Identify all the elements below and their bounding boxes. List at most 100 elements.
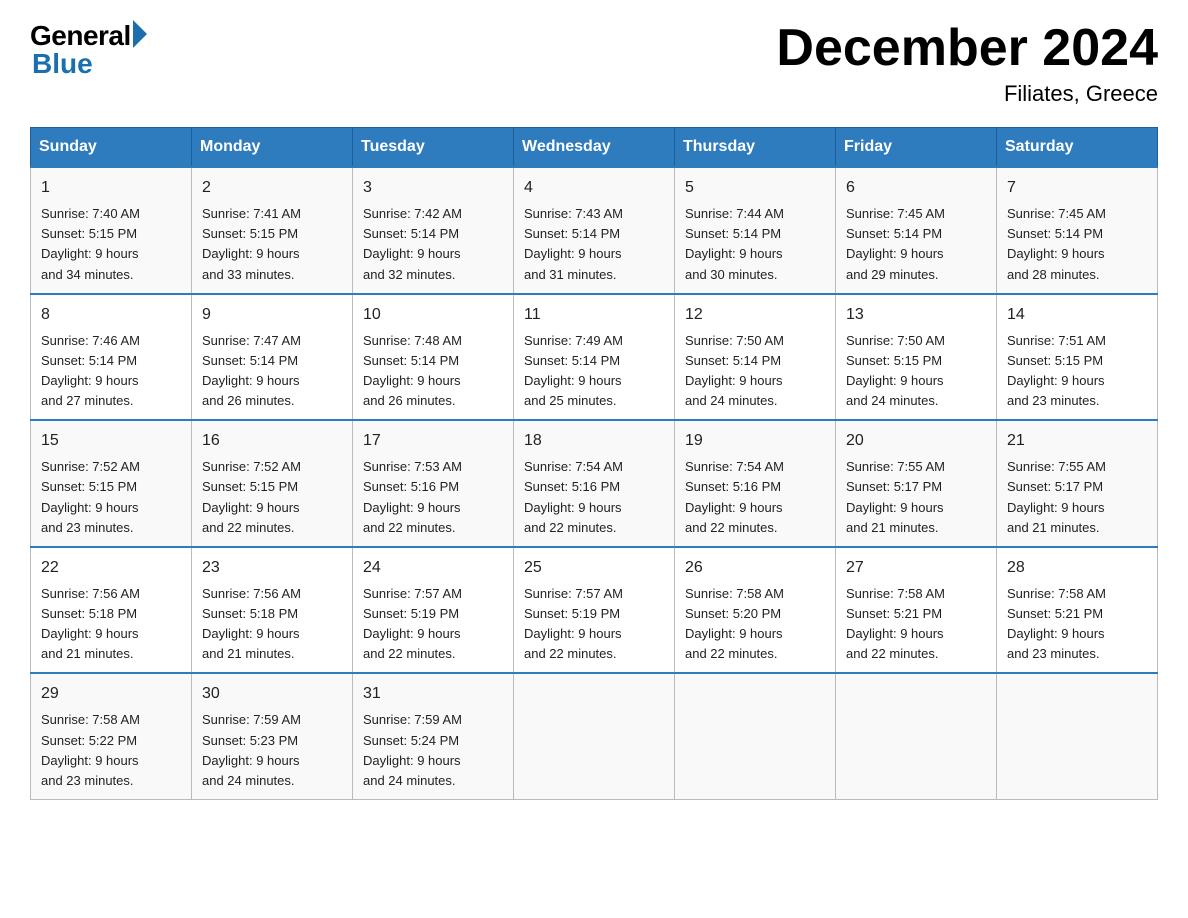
day-info: Sunrise: 7:42 AMSunset: 5:14 PMDaylight:… — [363, 206, 462, 281]
calendar-day-cell — [836, 673, 997, 799]
day-number: 26 — [685, 556, 825, 580]
day-number: 11 — [524, 303, 664, 327]
day-number: 9 — [202, 303, 342, 327]
day-number: 7 — [1007, 176, 1147, 200]
day-number: 24 — [363, 556, 503, 580]
calendar-day-cell: 14 Sunrise: 7:51 AMSunset: 5:15 PMDayligh… — [997, 294, 1158, 421]
calendar-day-cell: 30 Sunrise: 7:59 AMSunset: 5:23 PMDayligh… — [192, 673, 353, 799]
calendar-day-cell: 27Sunrise: 7:58 AMSunset: 5:21 PMDayligh… — [836, 547, 997, 674]
day-info: Sunrise: 7:50 AMSunset: 5:14 PMDaylight:… — [685, 333, 784, 408]
calendar-header-saturday: Saturday — [997, 128, 1158, 168]
day-info: Sunrise: 7:55 AMSunset: 5:17 PMDaylight:… — [1007, 459, 1106, 534]
day-number: 5 — [685, 176, 825, 200]
day-number: 23 — [202, 556, 342, 580]
calendar-week-row: 8 Sunrise: 7:46 AMSunset: 5:14 PMDaylight… — [31, 294, 1158, 421]
day-info: Sunrise: 7:54 AMSunset: 5:16 PMDaylight:… — [685, 459, 784, 534]
calendar-day-cell: 17Sunrise: 7:53 AMSunset: 5:16 PMDayligh… — [353, 420, 514, 547]
day-info: Sunrise: 7:45 AMSunset: 5:14 PMDaylight:… — [1007, 206, 1106, 281]
day-number: 4 — [524, 176, 664, 200]
calendar-header-tuesday: Tuesday — [353, 128, 514, 168]
calendar-header-sunday: Sunday — [31, 128, 192, 168]
calendar-day-cell: 7 Sunrise: 7:45 AMSunset: 5:14 PMDaylight… — [997, 167, 1158, 294]
calendar-title: December 2024 — [776, 20, 1158, 77]
calendar-day-cell: 5Sunrise: 7:44 AMSunset: 5:14 PMDaylight… — [675, 167, 836, 294]
day-number: 22 — [41, 556, 181, 580]
calendar-day-cell: 20 Sunrise: 7:55 AMSunset: 5:17 PMDayligh… — [836, 420, 997, 547]
calendar-day-cell — [514, 673, 675, 799]
day-info: Sunrise: 7:56 AMSunset: 5:18 PMDaylight:… — [202, 586, 301, 661]
day-info: Sunrise: 7:48 AMSunset: 5:14 PMDaylight:… — [363, 333, 462, 408]
calendar-day-cell: 31 Sunrise: 7:59 AMSunset: 5:24 PMDayligh… — [353, 673, 514, 799]
day-number: 10 — [363, 303, 503, 327]
calendar-week-row: 29Sunrise: 7:58 AMSunset: 5:22 PMDayligh… — [31, 673, 1158, 799]
calendar-day-cell: 6 Sunrise: 7:45 AMSunset: 5:14 PMDaylight… — [836, 167, 997, 294]
calendar-week-row: 1Sunrise: 7:40 AMSunset: 5:15 PMDaylight… — [31, 167, 1158, 294]
calendar-header-thursday: Thursday — [675, 128, 836, 168]
day-number: 16 — [202, 429, 342, 453]
day-info: Sunrise: 7:51 AMSunset: 5:15 PMDaylight:… — [1007, 333, 1106, 408]
calendar-day-cell: 23 Sunrise: 7:56 AMSunset: 5:18 PMDayligh… — [192, 547, 353, 674]
day-number: 28 — [1007, 556, 1147, 580]
day-number: 31 — [363, 682, 503, 706]
calendar-day-cell: 28 Sunrise: 7:58 AMSunset: 5:21 PMDayligh… — [997, 547, 1158, 674]
day-number: 15 — [41, 429, 181, 453]
calendar-header-monday: Monday — [192, 128, 353, 168]
calendar-day-cell: 13 Sunrise: 7:50 AMSunset: 5:15 PMDayligh… — [836, 294, 997, 421]
calendar-week-row: 15 Sunrise: 7:52 AMSunset: 5:15 PMDayligh… — [31, 420, 1158, 547]
calendar-day-cell: 15 Sunrise: 7:52 AMSunset: 5:15 PMDayligh… — [31, 420, 192, 547]
calendar-subtitle: Filiates, Greece — [776, 81, 1158, 107]
calendar-day-cell: 2 Sunrise: 7:41 AMSunset: 5:15 PMDaylight… — [192, 167, 353, 294]
day-number: 21 — [1007, 429, 1147, 453]
day-number: 14 — [1007, 303, 1147, 327]
day-info: Sunrise: 7:46 AMSunset: 5:14 PMDaylight:… — [41, 333, 140, 408]
day-number: 6 — [846, 176, 986, 200]
day-info: Sunrise: 7:43 AMSunset: 5:14 PMDaylight:… — [524, 206, 623, 281]
calendar-day-cell: 24Sunrise: 7:57 AMSunset: 5:19 PMDayligh… — [353, 547, 514, 674]
calendar-day-cell: 19 Sunrise: 7:54 AMSunset: 5:16 PMDayligh… — [675, 420, 836, 547]
day-info: Sunrise: 7:58 AMSunset: 5:21 PMDaylight:… — [846, 586, 945, 661]
day-number: 20 — [846, 429, 986, 453]
day-info: Sunrise: 7:58 AMSunset: 5:22 PMDaylight:… — [41, 712, 140, 787]
calendar-day-cell: 16 Sunrise: 7:52 AMSunset: 5:15 PMDayligh… — [192, 420, 353, 547]
day-number: 3 — [363, 176, 503, 200]
title-block: December 2024 Filiates, Greece — [776, 20, 1158, 107]
day-info: Sunrise: 7:58 AMSunset: 5:20 PMDaylight:… — [685, 586, 784, 661]
calendar-day-cell: 8 Sunrise: 7:46 AMSunset: 5:14 PMDaylight… — [31, 294, 192, 421]
day-number: 13 — [846, 303, 986, 327]
calendar-day-cell: 22 Sunrise: 7:56 AMSunset: 5:18 PMDayligh… — [31, 547, 192, 674]
day-info: Sunrise: 7:59 AMSunset: 5:23 PMDaylight:… — [202, 712, 301, 787]
day-info: Sunrise: 7:45 AMSunset: 5:14 PMDaylight:… — [846, 206, 945, 281]
logo: General Blue — [30, 20, 147, 80]
calendar-day-cell: 21 Sunrise: 7:55 AMSunset: 5:17 PMDayligh… — [997, 420, 1158, 547]
day-number: 19 — [685, 429, 825, 453]
day-number: 12 — [685, 303, 825, 327]
calendar-day-cell: 9 Sunrise: 7:47 AMSunset: 5:14 PMDaylight… — [192, 294, 353, 421]
day-info: Sunrise: 7:41 AMSunset: 5:15 PMDaylight:… — [202, 206, 301, 281]
calendar-day-cell — [997, 673, 1158, 799]
day-number: 25 — [524, 556, 664, 580]
day-info: Sunrise: 7:58 AMSunset: 5:21 PMDaylight:… — [1007, 586, 1106, 661]
calendar-day-cell: 3 Sunrise: 7:42 AMSunset: 5:14 PMDaylight… — [353, 167, 514, 294]
day-info: Sunrise: 7:47 AMSunset: 5:14 PMDaylight:… — [202, 333, 301, 408]
day-info: Sunrise: 7:52 AMSunset: 5:15 PMDaylight:… — [202, 459, 301, 534]
day-info: Sunrise: 7:53 AMSunset: 5:16 PMDaylight:… — [363, 459, 462, 534]
day-info: Sunrise: 7:52 AMSunset: 5:15 PMDaylight:… — [41, 459, 140, 534]
day-number: 18 — [524, 429, 664, 453]
day-info: Sunrise: 7:59 AMSunset: 5:24 PMDaylight:… — [363, 712, 462, 787]
day-info: Sunrise: 7:40 AMSunset: 5:15 PMDaylight:… — [41, 206, 140, 281]
logo-triangle-icon — [133, 20, 147, 48]
calendar-header-friday: Friday — [836, 128, 997, 168]
day-info: Sunrise: 7:57 AMSunset: 5:19 PMDaylight:… — [524, 586, 623, 661]
day-number: 30 — [202, 682, 342, 706]
day-number: 8 — [41, 303, 181, 327]
day-info: Sunrise: 7:50 AMSunset: 5:15 PMDaylight:… — [846, 333, 945, 408]
calendar-day-cell: 1Sunrise: 7:40 AMSunset: 5:15 PMDaylight… — [31, 167, 192, 294]
day-info: Sunrise: 7:56 AMSunset: 5:18 PMDaylight:… — [41, 586, 140, 661]
calendar-day-cell: 10 Sunrise: 7:48 AMSunset: 5:14 PMDayligh… — [353, 294, 514, 421]
calendar-day-cell: 12 Sunrise: 7:50 AMSunset: 5:14 PMDayligh… — [675, 294, 836, 421]
calendar-header-wednesday: Wednesday — [514, 128, 675, 168]
day-info: Sunrise: 7:55 AMSunset: 5:17 PMDaylight:… — [846, 459, 945, 534]
logo-blue-text: Blue — [32, 48, 93, 80]
calendar-day-cell: 11Sunrise: 7:49 AMSunset: 5:14 PMDayligh… — [514, 294, 675, 421]
day-number: 2 — [202, 176, 342, 200]
